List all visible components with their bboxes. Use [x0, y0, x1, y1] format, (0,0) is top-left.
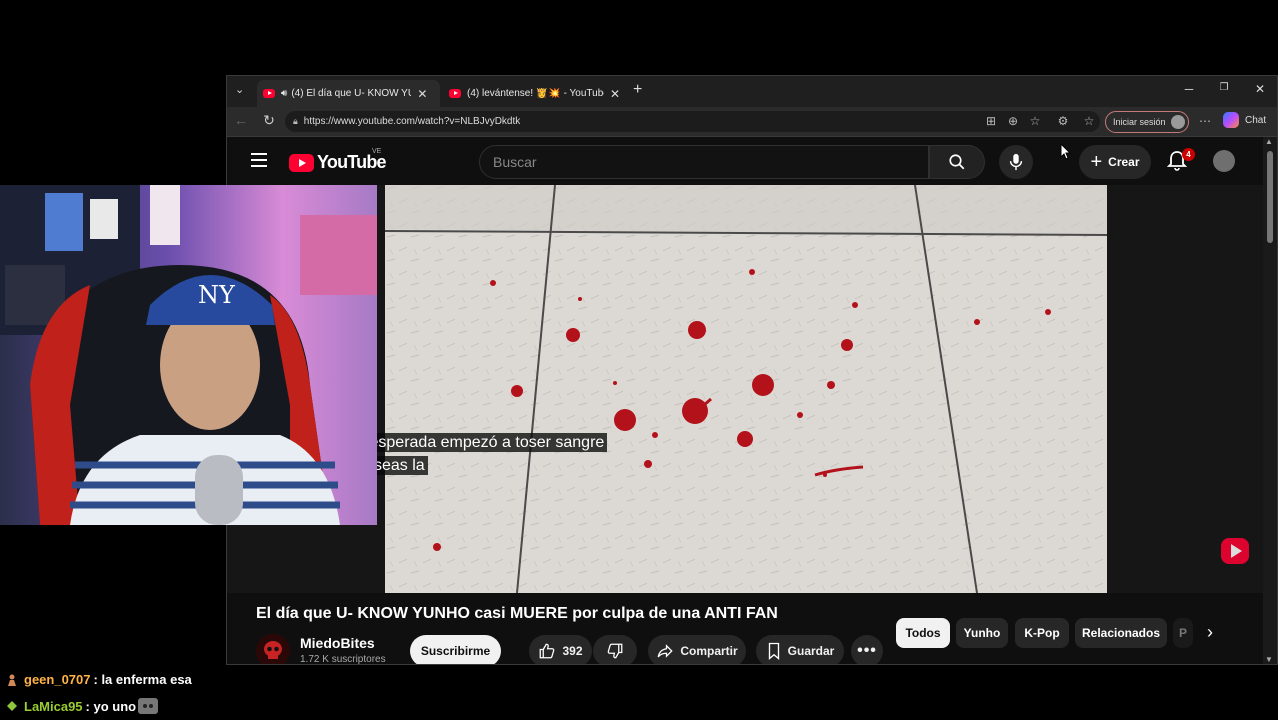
chat-username[interactable]: geen_0707 [24, 672, 91, 687]
tab-title: (4) El día que U- KNOW YUNHO [291, 88, 411, 99]
chat-text: : la enferma esa [93, 672, 192, 687]
youtube-favicon-icon [263, 89, 275, 98]
address-bar: ← ↻ 🔒︎ https://www.youtube.com/watch?v=N… [227, 107, 1277, 137]
like-count: 392 [562, 644, 583, 658]
chip-todos[interactable]: Todos [896, 618, 950, 648]
speaker-icon[interactable]: 🔊︎ [281, 88, 287, 99]
zoom-icon[interactable]: ⊕ [1005, 114, 1021, 128]
subscriber-count: 1.72 K suscriptores [300, 654, 386, 665]
chips-next-chevron-icon[interactable]: › [1207, 622, 1213, 643]
favorites-icon[interactable]: ☆ [1081, 114, 1097, 128]
chat-message: geen_0707 : la enferma esa [6, 672, 192, 687]
signin-label: Iniciar sesión [1113, 117, 1166, 127]
chat-message: LaMica95 : yo uno [6, 698, 159, 714]
chat-text: : yo uno [85, 698, 137, 714]
like-button[interactable]: 392 [529, 635, 592, 664]
microphone-icon [1009, 153, 1023, 171]
more-actions-button[interactable]: ••• [851, 635, 883, 664]
voice-search-button[interactable] [999, 145, 1033, 179]
svg-text:NY: NY [198, 281, 236, 309]
search-icon [949, 154, 965, 170]
url-text: https://www.youtube.com/watch?v=NLBJvyDk… [303, 116, 521, 127]
streamer-webcam: NY [0, 185, 377, 525]
account-avatar[interactable] [1213, 150, 1235, 172]
chip-kpop[interactable]: K-Pop [1015, 618, 1069, 648]
url-field[interactable]: 🔒︎ https://www.youtube.com/watch?v=NLBJv… [285, 111, 1100, 132]
dislike-button[interactable] [593, 635, 637, 664]
create-label: Crear [1108, 155, 1140, 169]
chat-username[interactable]: LaMica95 [24, 699, 83, 714]
profile-avatar-icon [1170, 115, 1185, 129]
page-scrollbar[interactable]: ▲ ▼ [1263, 137, 1277, 664]
youtube-header: YouTube VE Buscar + Crear 4 [227, 137, 1261, 185]
user-badge-icon [7, 701, 17, 711]
country-code: VE [372, 148, 382, 155]
bookmark-icon [768, 642, 779, 660]
scroll-down-icon[interactable]: ▼ [1265, 655, 1273, 664]
copilot-icon [1223, 112, 1239, 128]
more-dots-icon: ••• [857, 642, 877, 659]
notification-badge: 4 [1182, 148, 1195, 161]
thumbs-down-icon [607, 643, 623, 659]
blood-floor-frame [385, 185, 1107, 593]
scroll-up-icon[interactable]: ▲ [1265, 137, 1273, 146]
youtube-logo[interactable]: YouTube VE [289, 148, 387, 173]
extensions-icon[interactable]: ⚙ [1055, 114, 1071, 128]
tab-close-icon[interactable]: ✕ [417, 87, 427, 101]
more-menu-icon[interactable]: ⋯ [1197, 114, 1213, 128]
channel-avatar[interactable] [256, 634, 290, 664]
scrollbar-thumb[interactable] [1267, 151, 1273, 243]
video-frame[interactable] [385, 185, 1107, 593]
tab-levantense[interactable]: (4) levántense! 👸💥 - YouTube ✕ [443, 80, 626, 107]
subscribe-button[interactable]: Suscribirme [410, 635, 501, 664]
search-button[interactable] [929, 145, 985, 179]
youtube-play-icon [289, 153, 314, 172]
tab-el-dia-que[interactable]: 🔊︎ (4) El día que U- KNOW YUNHO ✕ [257, 80, 440, 107]
video-title: El día que U- KNOW YUNHO casi MUERE por … [256, 605, 778, 622]
tab-close-icon[interactable]: ✕ [610, 87, 620, 101]
search-input[interactable]: Buscar [479, 145, 929, 179]
reload-icon[interactable]: ↻ [259, 112, 279, 129]
skull-icon [256, 634, 290, 664]
tab-list-chevron-icon[interactable]: ⌄ [235, 83, 244, 96]
channel-name[interactable]: MiedoBites [300, 635, 375, 651]
browser-window: ⌄ 🔊︎ (4) El día que U- KNOW YUNHO ✕ (4) … [226, 75, 1278, 665]
new-tab-icon[interactable]: + [633, 81, 642, 99]
cat-emote-icon [138, 698, 159, 714]
user-badge-icon [8, 674, 16, 686]
back-icon[interactable]: ← [231, 112, 251, 128]
save-label: Guardar [787, 644, 835, 658]
chip-yunho[interactable]: Yunho [956, 618, 1008, 648]
chat-label: Chat [1245, 114, 1267, 126]
copilot-chat-button[interactable]: Chat [1223, 112, 1266, 128]
site-info-icon[interactable]: 🔒︎ [293, 116, 298, 127]
share-label: Compartir [680, 644, 738, 658]
plus-icon: + [1090, 151, 1103, 173]
youtube-logo-text: YouTube [317, 152, 387, 172]
youtube-watermark-icon[interactable] [1221, 538, 1249, 564]
mouse-cursor-icon [1060, 143, 1072, 160]
search-placeholder: Buscar [493, 154, 537, 170]
chip-relacionados[interactable]: Relacionados [1075, 618, 1167, 648]
tab-bar: ⌄ 🔊︎ (4) El día que U- KNOW YUNHO ✕ (4) … [227, 76, 1277, 107]
restore-icon[interactable]: ❐ [1214, 82, 1234, 93]
save-button[interactable]: Guardar [756, 635, 844, 664]
menu-icon[interactable] [251, 153, 267, 167]
tab-title: (4) levántense! 👸💥 - YouTube [467, 88, 604, 99]
chip-partial[interactable]: P [1173, 618, 1193, 648]
minimize-icon[interactable]: ─ [1179, 82, 1199, 96]
app-available-icon[interactable]: ⊞ [983, 114, 999, 128]
close-window-icon[interactable]: ✕ [1250, 82, 1270, 96]
share-button[interactable]: Compartir [648, 635, 746, 664]
webcam-overlay: NY [0, 185, 377, 525]
thumbs-up-icon [540, 643, 555, 659]
share-icon [657, 644, 673, 658]
favorite-star-icon[interactable]: ☆ [1027, 114, 1043, 128]
youtube-favicon-icon [449, 89, 461, 98]
signin-button[interactable]: Iniciar sesión [1105, 111, 1189, 133]
create-button[interactable]: + Crear [1079, 145, 1151, 179]
